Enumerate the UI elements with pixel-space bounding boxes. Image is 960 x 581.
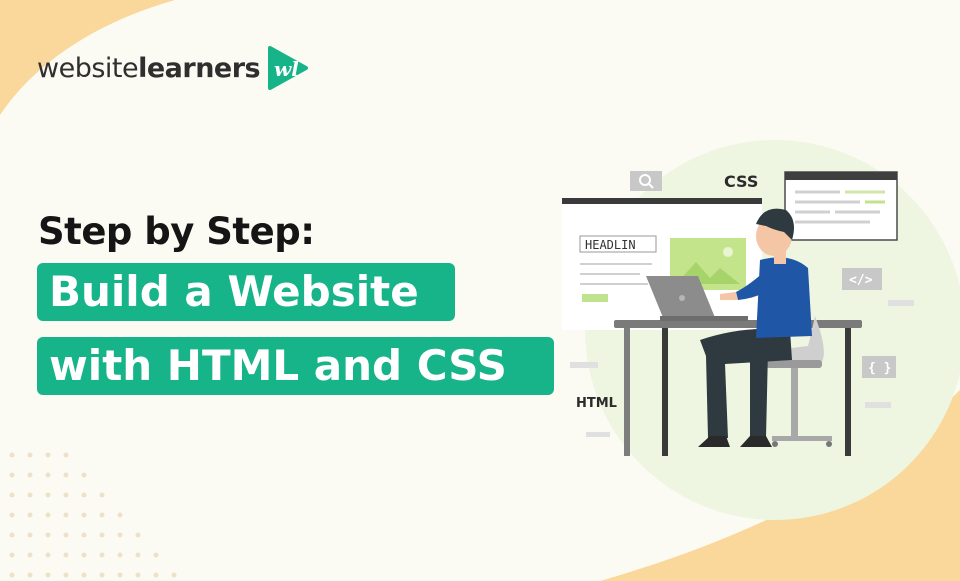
logo-mark-letters: wl xyxy=(274,57,299,81)
logo-word-learners: learners xyxy=(138,52,261,84)
highlight-line-1: Build a Website xyxy=(37,263,455,321)
code-tag-icon: </> xyxy=(842,268,882,290)
logo-play-mark-icon: wl xyxy=(268,46,309,90)
css-label: CSS xyxy=(724,172,758,191)
logo-wordmark: websitelearners xyxy=(37,52,261,84)
code-window xyxy=(784,171,898,241)
dot-pattern xyxy=(9,452,177,578)
svg-text:{ }: { } xyxy=(868,361,891,376)
developer-illustration: CSS HEADLIN </> { } HTML xyxy=(562,171,914,456)
braces-icon: { } xyxy=(862,356,896,378)
logo-word-website: website xyxy=(37,52,139,84)
highlight-line-2: with HTML and CSS xyxy=(37,337,554,395)
search-box xyxy=(630,171,662,191)
headline-placeholder: HEADLIN xyxy=(585,238,636,252)
html-label: HTML xyxy=(576,396,617,411)
brand-logo[interactable]: websitelearners wl xyxy=(37,46,310,90)
svg-text:</>: </> xyxy=(849,273,873,288)
page-heading: Step by Step: xyxy=(38,210,315,253)
